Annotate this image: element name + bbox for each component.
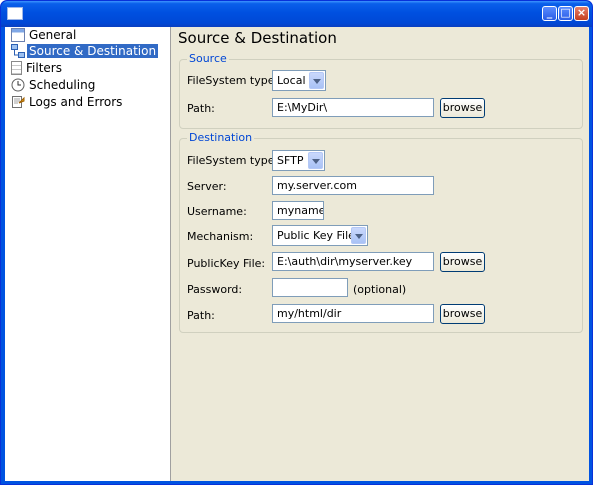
app-window: _ □ × General Source & Destination Filte… <box>0 0 593 485</box>
maximize-button[interactable]: □ <box>558 6 573 21</box>
source-fs-type-label: FileSystem type: <box>187 74 279 87</box>
username-input[interactable]: myname <box>272 201 324 220</box>
source-group-title: Source <box>187 52 229 65</box>
source-path-label: Path: <box>187 102 215 115</box>
document-icon <box>11 61 22 75</box>
tree-item-source-destination[interactable]: Source & Destination <box>11 43 159 59</box>
tree-item-scheduling[interactable]: Scheduling <box>11 77 97 93</box>
password-label: Password: <box>187 283 243 296</box>
clock-icon <box>11 78 25 92</box>
chevron-down-icon <box>309 72 324 89</box>
tree-item-label: General <box>29 28 77 42</box>
username-label: Username: <box>187 205 247 218</box>
tree-item-logs-errors[interactable]: Logs and Errors <box>11 94 124 110</box>
server-label: Server: <box>187 180 227 193</box>
page-title: Source & Destination <box>178 29 337 47</box>
app-icon <box>7 7 23 20</box>
tree-item-label: Scheduling <box>29 78 96 92</box>
mechanism-select[interactable]: Public Key File <box>272 225 368 246</box>
pubkey-label: PublicKey File: <box>187 257 266 270</box>
destination-path-label: Path: <box>187 309 215 322</box>
mechanism-label: Mechanism: <box>187 230 254 243</box>
network-icon <box>11 44 25 58</box>
destination-browse-button[interactable]: browse <box>440 304 485 324</box>
settings-tree: General Source & Destination Filters Sch… <box>5 27 171 481</box>
source-browse-button[interactable]: browse <box>440 98 485 118</box>
password-input[interactable] <box>272 278 348 297</box>
source-group: Source FileSystem type: Local Path: E:\M… <box>179 52 583 129</box>
destination-fs-type-value: SFTP <box>277 154 304 167</box>
settings-page: Source & Destination Source FileSystem t… <box>172 27 589 481</box>
chevron-down-icon <box>351 227 366 244</box>
log-icon <box>11 95 25 109</box>
title-bar[interactable]: _ □ × <box>1 1 592 27</box>
window-client: General Source & Destination Filters Sch… <box>5 27 589 481</box>
pubkey-input[interactable]: E:\auth\dir\myserver.key <box>272 252 434 271</box>
destination-group-title: Destination <box>187 131 255 144</box>
tree-item-label: Source & Destination <box>27 44 159 58</box>
chevron-down-icon <box>308 152 323 169</box>
destination-path-input[interactable]: my/html/dir <box>272 304 434 323</box>
destination-fs-type-label: FileSystem type: <box>187 154 279 167</box>
server-input[interactable]: my.server.com <box>272 176 434 195</box>
destination-fs-type-select[interactable]: SFTP <box>272 150 325 171</box>
source-path-input[interactable]: E:\MyDir\ <box>272 98 434 117</box>
password-hint: (optional) <box>353 283 407 296</box>
mechanism-value: Public Key File <box>277 229 355 242</box>
tree-item-label: Logs and Errors <box>29 95 123 109</box>
source-fs-type-select[interactable]: Local <box>272 70 326 91</box>
general-icon <box>11 28 25 42</box>
destination-group: Destination FileSystem type: SFTP Server… <box>179 131 583 333</box>
tree-item-label: Filters <box>26 61 62 75</box>
minimize-button[interactable]: _ <box>542 6 557 21</box>
tree-item-general[interactable]: General <box>11 27 78 43</box>
close-button[interactable]: × <box>574 6 589 21</box>
source-fs-type-value: Local <box>277 74 306 87</box>
tree-item-filters[interactable]: Filters <box>11 60 64 76</box>
pubkey-browse-button[interactable]: browse <box>440 252 485 272</box>
